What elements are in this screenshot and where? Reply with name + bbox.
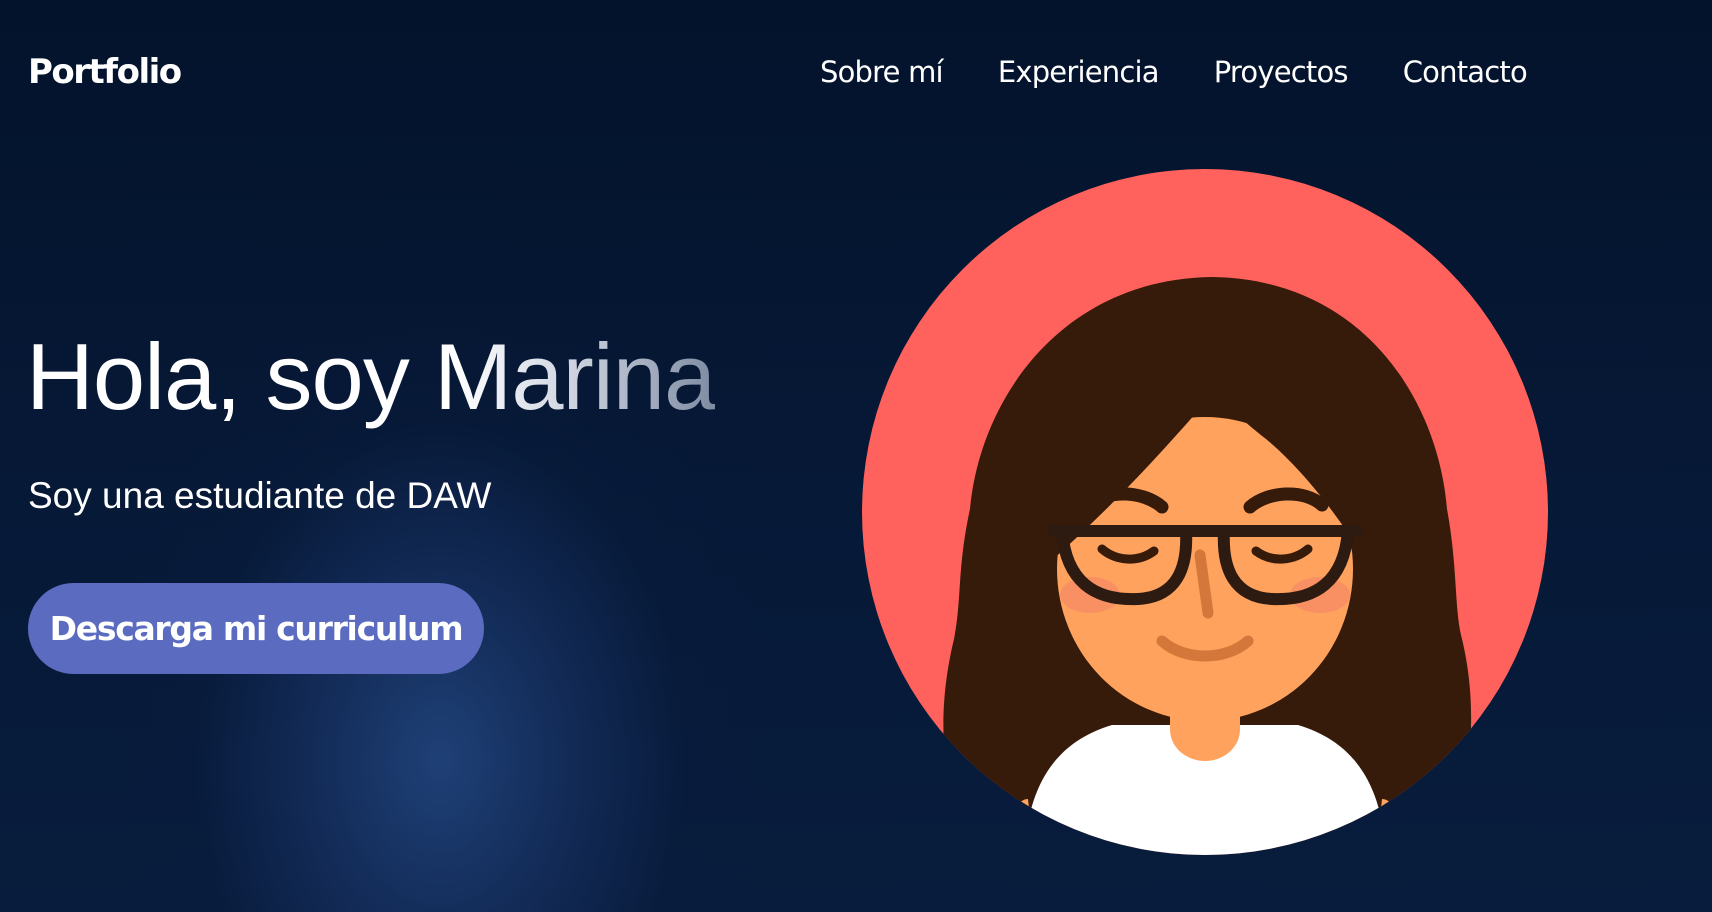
avatar [862, 169, 1548, 855]
nav-item-sobre-mi[interactable]: Sobre mí [820, 48, 944, 96]
logo[interactable]: Portfolio [28, 48, 182, 96]
main-nav: Sobre mí Experiencia Proyectos Contacto [820, 48, 1528, 96]
girl-with-glasses-avatar-icon [862, 169, 1548, 855]
site-header: Portfolio Sobre mí Experiencia Proyectos… [0, 0, 1712, 150]
nav-item-proyectos[interactable]: Proyectos [1214, 48, 1349, 96]
hero-subtitle: Soy una estudiante de DAW [28, 475, 492, 516]
hero-title: Hola, soy Marina [26, 322, 716, 432]
nav-item-experiencia[interactable]: Experiencia [998, 48, 1160, 96]
nav-item-contacto[interactable]: Contacto [1403, 48, 1528, 96]
download-cv-button[interactable]: Descarga mi curriculum [28, 583, 484, 674]
